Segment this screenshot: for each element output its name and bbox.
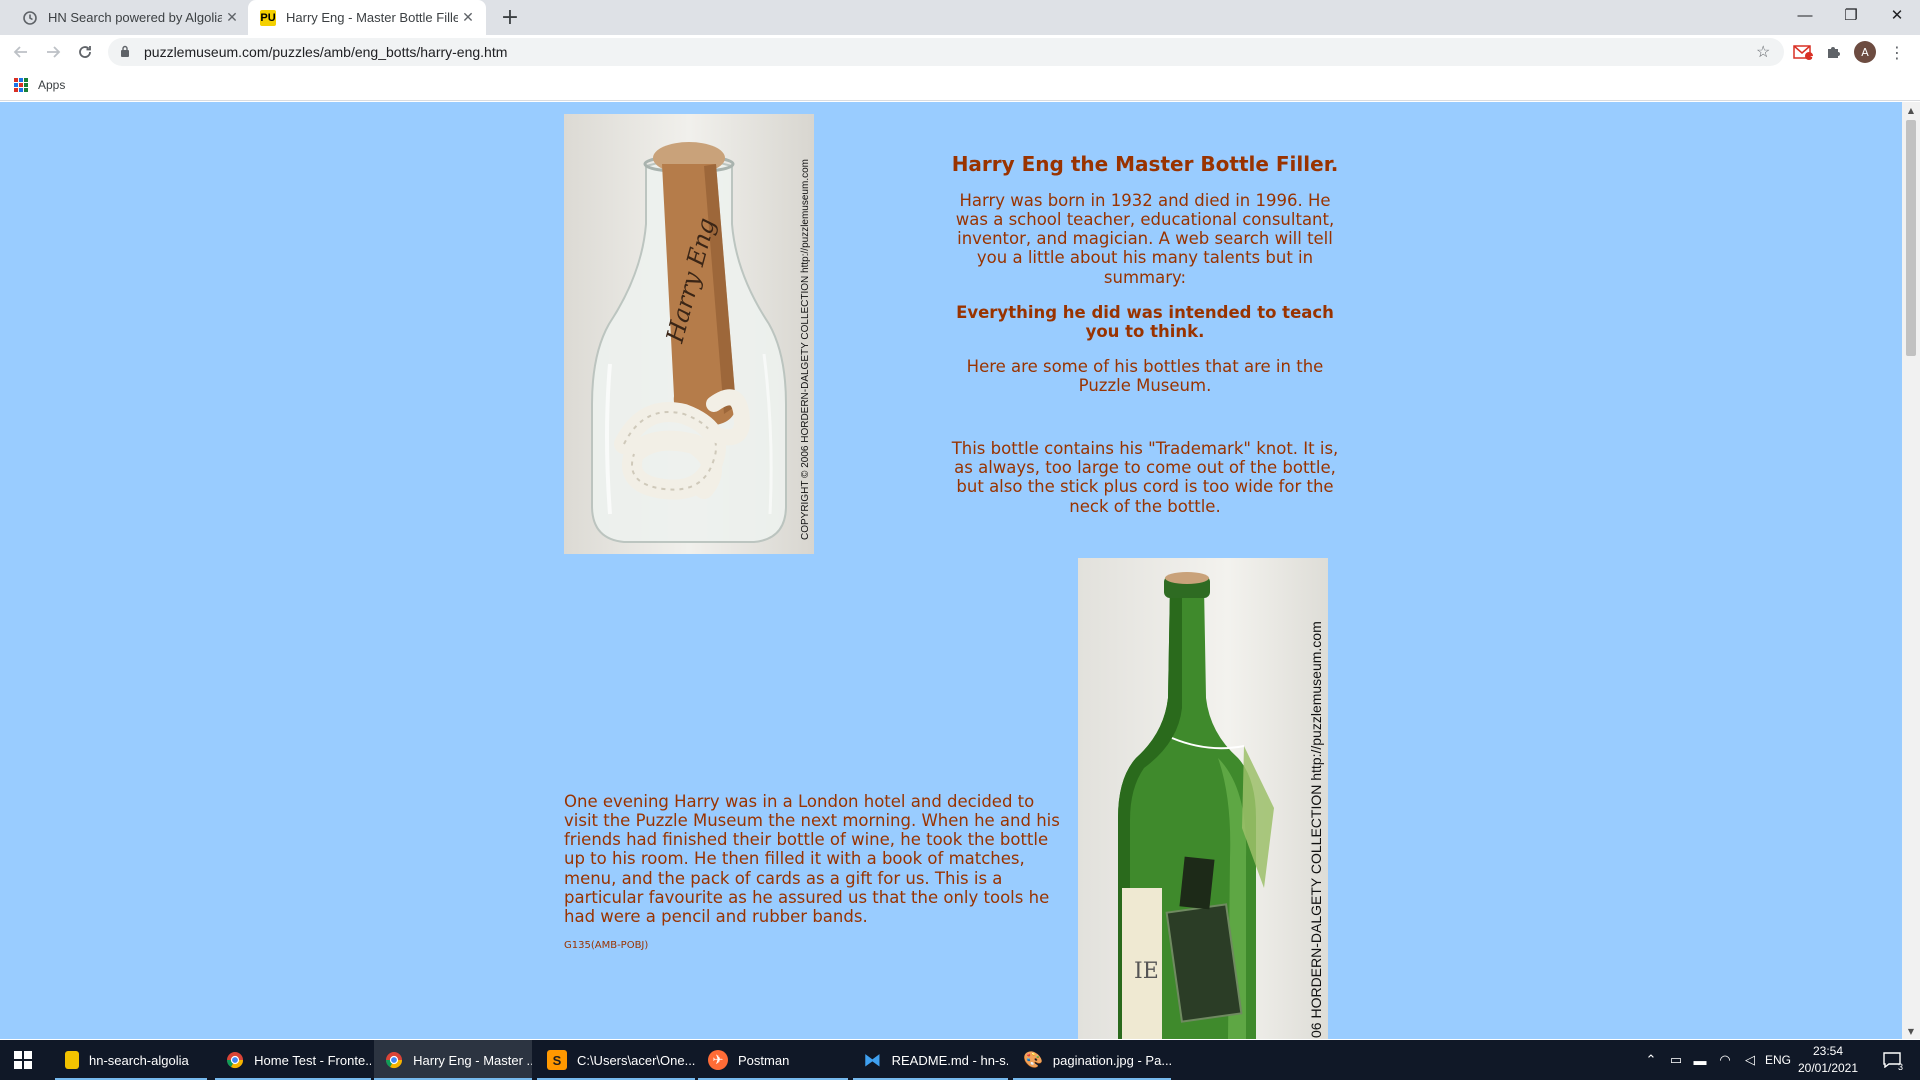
scroll-down-arrow-icon[interactable]: ▼ [1902, 1023, 1920, 1039]
show-hidden-icons-chevron-icon[interactable]: ⌃ [1640, 1040, 1662, 1080]
taskbar-item-chrome-home[interactable]: Home Test - Fronte... [215, 1040, 371, 1080]
bottle1-caption: This bottle contains his "Trademark" kno… [951, 439, 1339, 516]
postman-icon: ✈ [708, 1050, 728, 1070]
battery-icon[interactable]: ▬ [1689, 1040, 1711, 1080]
paint-icon: 🎨 [1023, 1052, 1043, 1069]
lock-icon[interactable] [120, 45, 134, 60]
volume-icon[interactable]: ◁ [1739, 1040, 1761, 1080]
taskbar-item-sublime[interactable]: S C:\Users\acer\One... [537, 1040, 695, 1080]
photo-copyright: 06 HORDERN-DALGETY COLLECTION http://puz… [1308, 621, 1324, 1038]
url-text[interactable]: puzzlemuseum.com/puzzles/amb/eng_botts/h… [144, 44, 1756, 60]
taskbar-item-explorer[interactable]: hn-search-algolia [55, 1040, 207, 1080]
reload-icon [79, 46, 91, 58]
tab-strip: HN Search powered by Algolia ✕ PU Harry … [0, 0, 1920, 35]
motto-paragraph: Everything he did was intended to teach … [956, 302, 1334, 341]
taskbar-item-paint[interactable]: 🎨 pagination.jpg - Pa... [1013, 1040, 1171, 1080]
clock-date: 20/01/2021 [1797, 1061, 1859, 1075]
menu-kebab-icon[interactable]: ⋮ [1886, 41, 1908, 63]
taskbar-item-label: C:\Users\acer\One... [576, 1052, 695, 1068]
puzzle-extensions-icon[interactable] [1822, 41, 1844, 63]
browser-toolbar: puzzlemuseum.com/puzzles/amb/eng_botts/h… [0, 35, 1920, 69]
taskbar-item-label: Harry Eng - Master ... [413, 1052, 532, 1068]
taskbar-item-label: README.md - hn-s... [891, 1052, 1008, 1068]
close-tab-icon[interactable]: ✕ [458, 8, 478, 28]
arrow-right-icon [47, 46, 61, 58]
language-indicator[interactable]: ENG [1764, 1040, 1792, 1080]
notification-count: 3 [1897, 1062, 1903, 1072]
page-scrollbar[interactable]: ▲ ▼ [1902, 102, 1920, 1039]
taskbar-item-label: Postman [738, 1052, 790, 1068]
wine-bottle-illustration: IE [1118, 572, 1274, 1039]
bottle-knot-photo: Harry Eng COPYRIGHT © 2006 HORDERN-DALGE… [564, 114, 814, 554]
bottle2-caption: One evening Harry was in a London hotel … [564, 792, 1060, 926]
back-button[interactable] [9, 40, 33, 64]
vscode-icon: ⧓ [863, 1049, 882, 1070]
scrollbar-thumb[interactable] [1906, 120, 1916, 356]
restore-button[interactable]: ❐ [1828, 0, 1874, 30]
windows-logo-icon [14, 1051, 32, 1069]
taskbar-item-label: Home Test - Fronte... [254, 1052, 371, 1068]
taskbar-item-label: hn-search-algolia [89, 1052, 189, 1068]
tab-title: HN Search powered by Algolia [48, 10, 222, 25]
new-tab-button[interactable]: + [498, 6, 522, 30]
tab-hn-search[interactable]: HN Search powered by Algolia ✕ [10, 0, 250, 35]
apps-grid-icon[interactable] [14, 77, 28, 92]
svg-text:IE: IE [1134, 959, 1159, 984]
tab-title: Harry Eng - Master Bottle Filler [286, 10, 458, 25]
algolia-icon [22, 10, 38, 26]
clock-time: 23:54 [1812, 1044, 1844, 1058]
bookmark-star-icon[interactable]: ☆ [1756, 42, 1776, 62]
profile-avatar[interactable]: A [1854, 41, 1876, 63]
bottle-knot-illustration: Harry Eng [591, 142, 787, 543]
scroll-up-arrow-icon[interactable]: ▲ [1902, 102, 1920, 118]
minimize-button[interactable]: — [1782, 0, 1828, 30]
puzzle-museum-icon: PU [260, 9, 276, 26]
sublime-icon: S [547, 1050, 567, 1070]
taskbar-item-chrome-harry[interactable]: Harry Eng - Master ... [374, 1040, 532, 1080]
page-content: Harry Eng COPYRIGHT © 2006 HORDERN-DALGE… [0, 102, 1902, 1039]
wifi-icon[interactable]: ◠ [1714, 1040, 1736, 1080]
bio-paragraph: Harry was born in 1932 and died in 1996.… [955, 191, 1335, 287]
intro-text-column: Harry Eng the Master Bottle Filler. Harr… [950, 152, 1340, 532]
notification-badge: 1 [1809, 55, 1815, 64]
arrow-left-icon [13, 46, 27, 58]
notification-center-icon[interactable]: 3 [1872, 1040, 1912, 1080]
tab-harry-eng[interactable]: PU Harry Eng - Master Bottle Filler ✕ [248, 0, 486, 35]
gmail-extension-icon[interactable]: 1 [1792, 41, 1815, 64]
intro-paragraph: Here are some of his bottles that are in… [966, 356, 1324, 395]
taskbar-item-vscode[interactable]: ⧓ README.md - hn-s... [853, 1040, 1008, 1080]
windows-start-button[interactable] [0, 1040, 46, 1080]
page-title: Harry Eng the Master Bottle Filler. [951, 152, 1339, 176]
apps-bookmark[interactable]: Apps [38, 78, 65, 92]
chrome-icon [225, 1050, 244, 1070]
address-bar[interactable]: puzzlemuseum.com/puzzles/amb/eng_botts/h… [108, 38, 1784, 66]
chrome-icon [384, 1050, 403, 1070]
wine-bottle-photo: IE 06 HORDERN-DALGETY COLLECTION http://… [1078, 558, 1328, 1039]
taskbar-item-postman[interactable]: ✈ Postman [698, 1040, 848, 1080]
folder-icon [65, 1051, 79, 1069]
photo-copyright: COPYRIGHT © 2006 HORDERN-DALGETY COLLECT… [800, 159, 811, 540]
forward-button[interactable] [41, 40, 65, 64]
close-window-button[interactable]: ✕ [1874, 0, 1920, 30]
system-clock[interactable]: 23:54 20/01/2021 [1793, 1043, 1863, 1077]
taskbar-item-label: pagination.jpg - Pa... [1052, 1052, 1171, 1068]
device-icon[interactable]: ▭ [1665, 1040, 1687, 1080]
windows-taskbar: hn-search-algolia Home Test - Fronte... … [0, 1040, 1920, 1080]
close-tab-icon[interactable]: ✕ [222, 8, 242, 28]
reload-button[interactable] [73, 40, 97, 64]
catalogue-reference: G135(AMB-POBJ) [564, 940, 649, 951]
bookmarks-bar: Apps [0, 69, 1920, 101]
